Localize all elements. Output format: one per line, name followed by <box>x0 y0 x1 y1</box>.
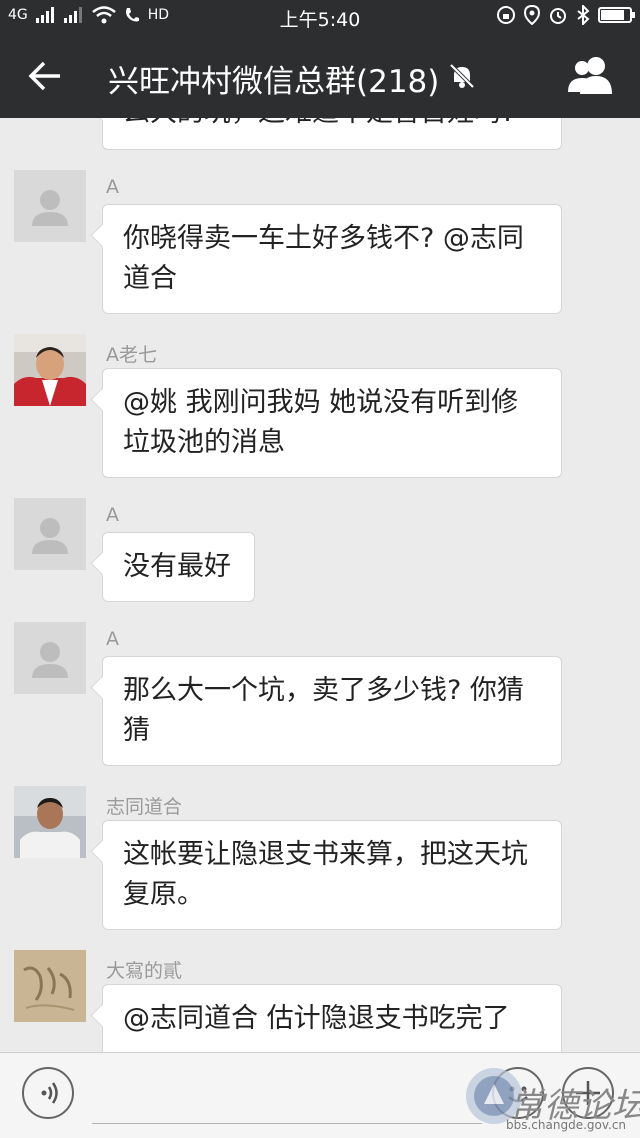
message-bubble[interactable]: @志同道合 估计隐退支书吃完了 <box>102 984 562 1052</box>
message-bubble[interactable]: 那么大一个坑，卖了多少钱? 你猜 猜 <box>102 656 562 766</box>
message-text-line: 道合 <box>123 263 177 294</box>
alarm-icon <box>550 8 566 24</box>
watermark-url: bbs.changde.gov.cn <box>506 1118 627 1132</box>
user-photo-icon <box>14 786 86 858</box>
default-avatar-icon <box>32 518 68 554</box>
message-text-line: 么大的坑，这难道不是害百姓吗? <box>123 118 541 133</box>
bell-off-icon <box>449 63 475 89</box>
bluetooth-icon <box>577 5 590 25</box>
default-avatar-icon <box>32 190 68 226</box>
group-members-button[interactable] <box>566 54 616 98</box>
message-input[interactable] <box>92 1065 482 1124</box>
message-bubble[interactable]: 这帐要让隐退支书来算，把这天坑 复原。 <box>102 820 562 930</box>
message-text-line: 垃圾池的消息 <box>123 427 285 458</box>
status-right <box>496 5 635 25</box>
user-photo-icon <box>14 334 86 406</box>
message-bubble[interactable]: 么大的坑，这难道不是害百姓吗? <box>102 118 562 150</box>
sender-name: 志同道合 <box>106 796 183 818</box>
message-text-line: 猜 <box>123 715 150 746</box>
battery-icon <box>598 7 635 23</box>
avatar[interactable] <box>14 498 86 570</box>
location-icon <box>524 5 540 25</box>
default-avatar-icon <box>32 642 68 678</box>
message-text-line: @志同道合 估计隐退支书吃完了 <box>123 1003 510 1034</box>
chat-title: 兴旺冲村微信总群(218) <box>108 64 440 100</box>
avatar[interactable] <box>14 622 86 694</box>
voice-icon <box>41 1082 58 1104</box>
sender-name: 大寫的貳 <box>106 960 183 982</box>
avatar[interactable] <box>14 334 86 406</box>
avatar[interactable] <box>14 170 86 242</box>
sender-name: A老七 <box>106 344 157 366</box>
voice-button[interactable] <box>22 1067 74 1119</box>
message-bubble[interactable]: @姚 我刚问我妈 她说没有听到修 垃圾池的消息 <box>102 368 562 478</box>
message-text-line: 那么大一个坑，卖了多少钱? 你猜 <box>123 675 524 706</box>
back-button[interactable] <box>24 54 68 98</box>
avatar[interactable] <box>14 950 86 1022</box>
status-bar: 4G HD 上午5:40 <box>0 0 640 34</box>
sender-name: A <box>106 176 119 198</box>
message-bubble[interactable]: 你晓得卖一车土好多钱不? @志同 道合 <box>102 204 562 314</box>
user-photo-icon <box>14 950 86 1022</box>
message-text-line: @姚 我刚问我妈 她说没有听到修 <box>123 387 519 418</box>
sender-name: A <box>106 504 119 526</box>
avatar[interactable] <box>14 786 86 858</box>
sender-name: A <box>106 628 119 650</box>
message-text-line: 复原。 <box>123 879 204 910</box>
chat-header: 兴旺冲村微信总群(218) <box>0 34 640 118</box>
message-bubble[interactable]: 没有最好 <box>102 532 255 602</box>
message-text-line: 这帐要让隐退支书来算，把这天坑 <box>123 839 528 870</box>
lock-rotation-icon <box>497 6 515 24</box>
message-list[interactable]: 么大的坑，这难道不是害百姓吗? A 你晓得卖一车土好多钱不? @志同 道合 <box>0 118 640 1052</box>
battery-fill <box>601 10 624 20</box>
message-text-line: 你晓得卖一车土好多钱不? @志同 <box>123 223 524 254</box>
message-text-line: 没有最好 <box>123 551 231 582</box>
